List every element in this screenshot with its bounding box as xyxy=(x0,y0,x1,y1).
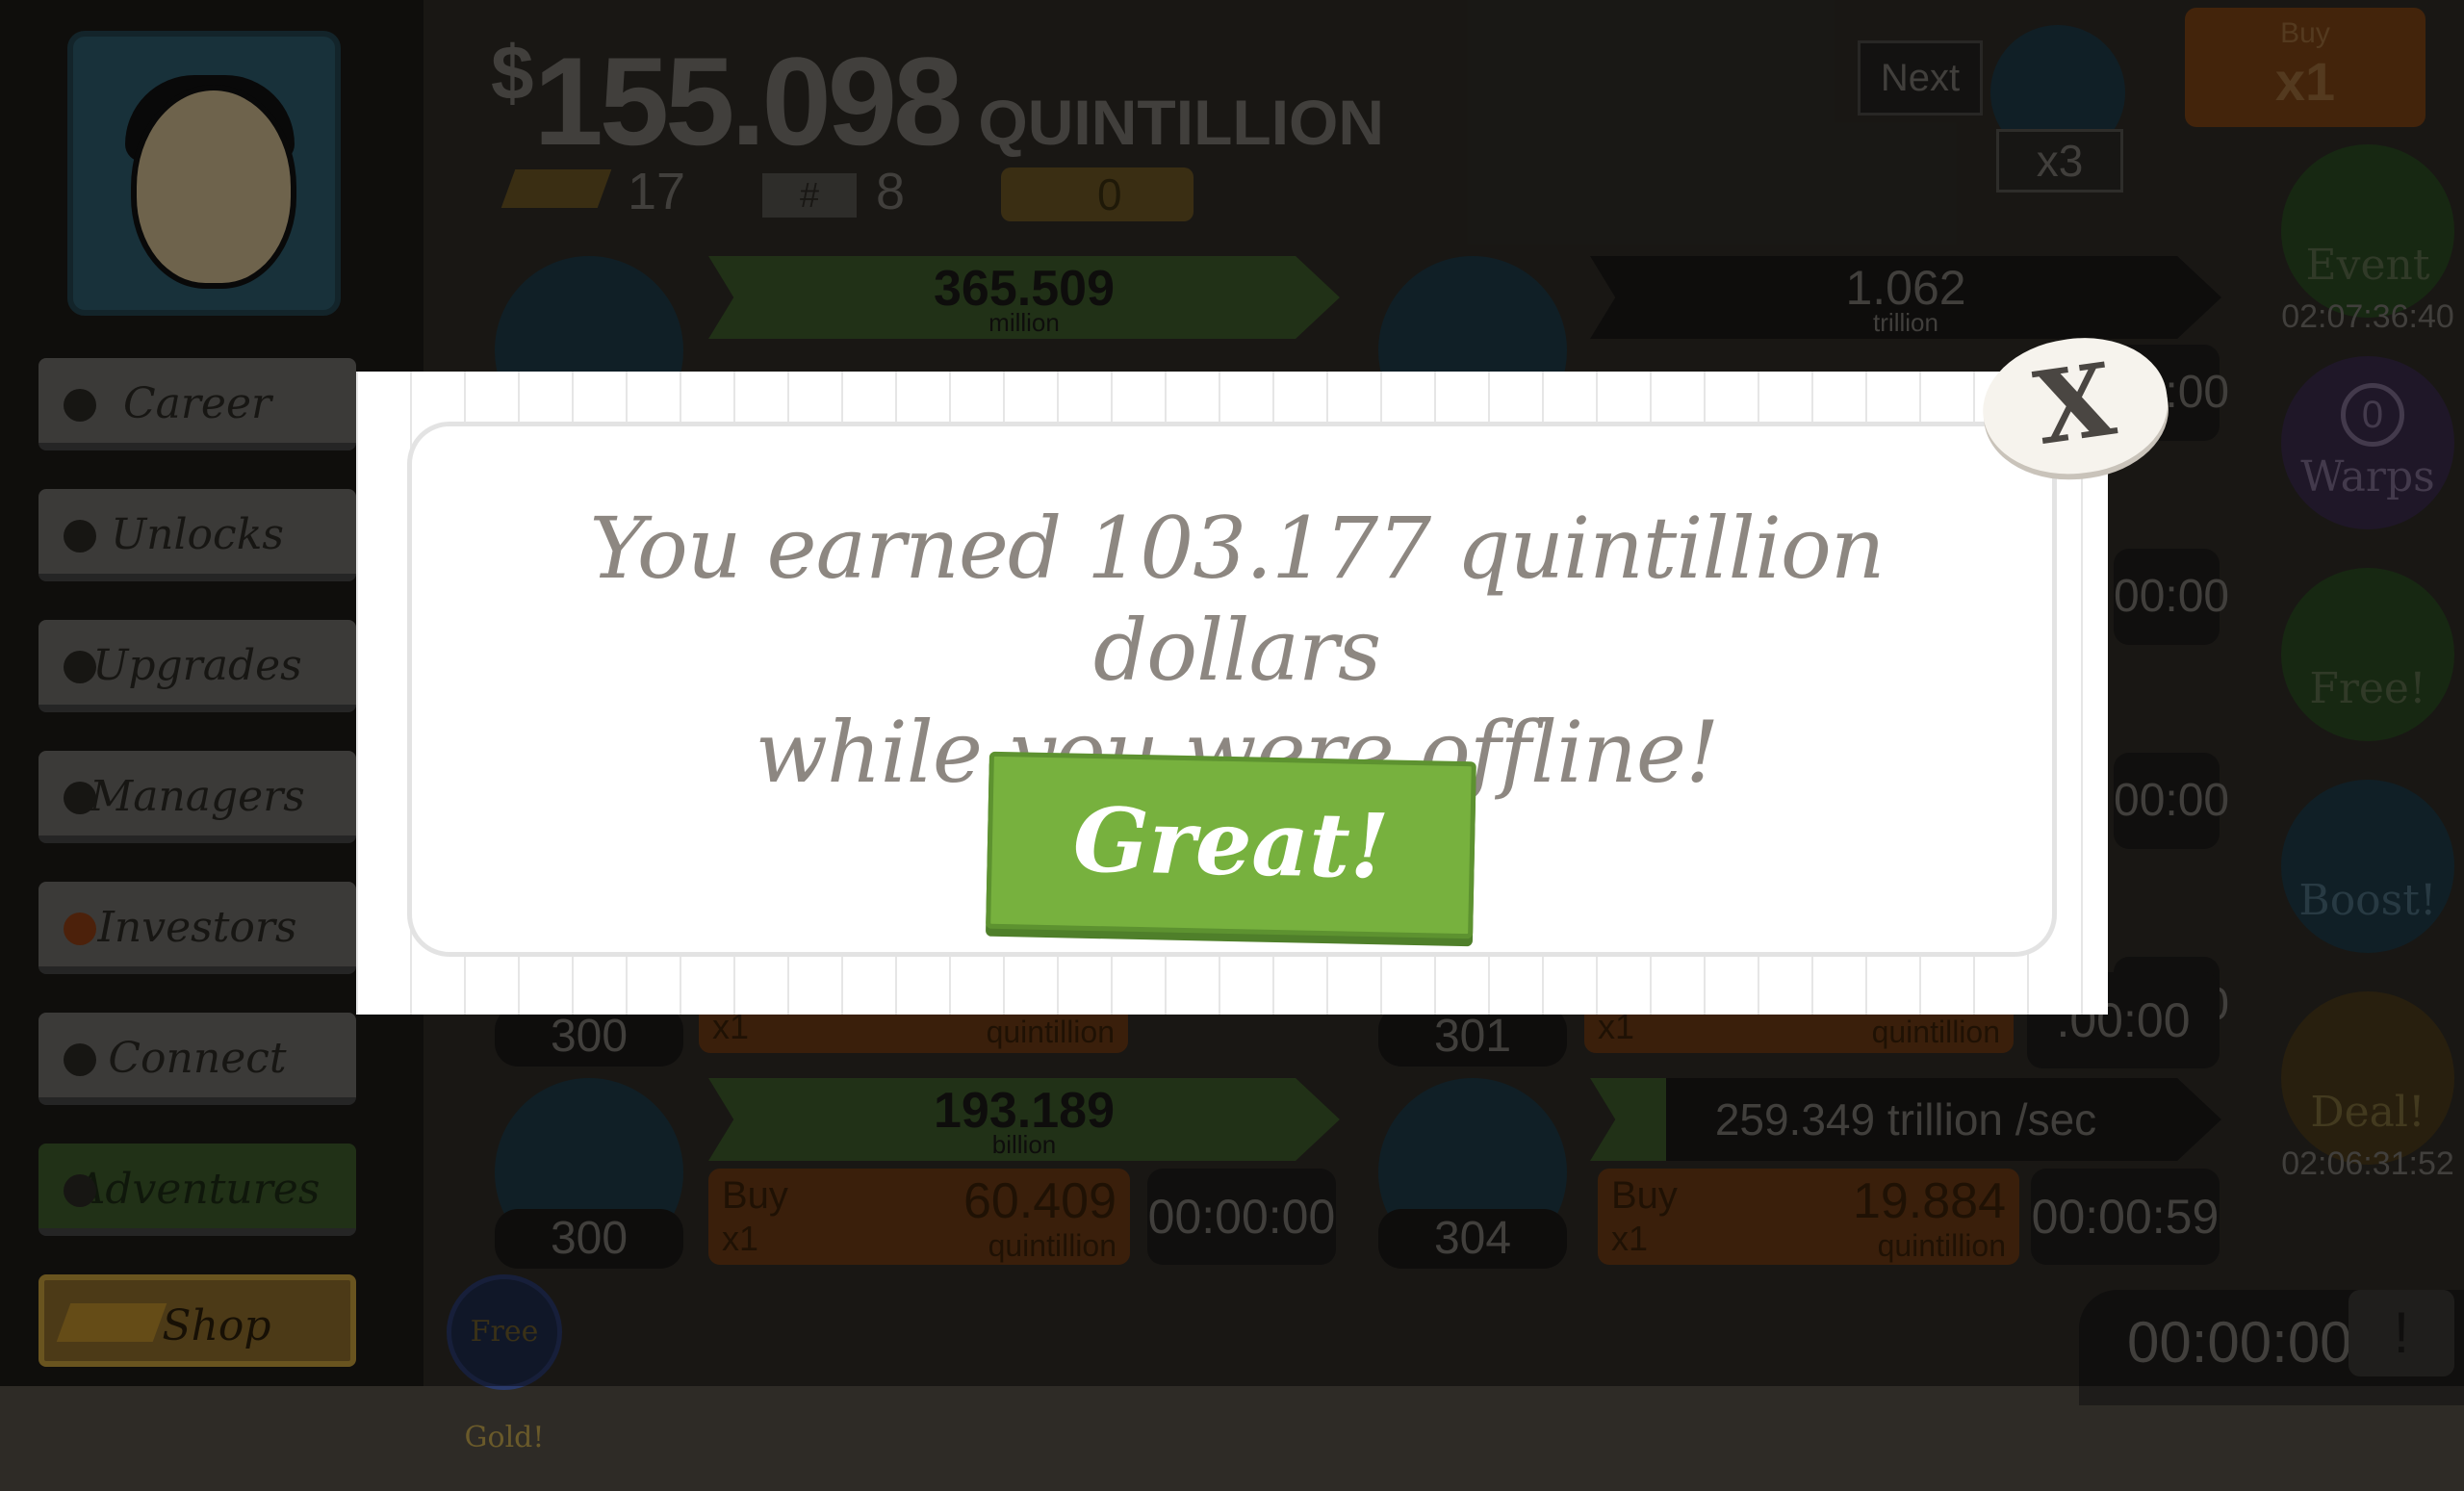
close-icon: X xyxy=(2028,340,2122,469)
great-button[interactable]: Great! xyxy=(986,751,1476,939)
message-line-1: You earned 103.177 quintillion dollars xyxy=(589,499,1885,700)
